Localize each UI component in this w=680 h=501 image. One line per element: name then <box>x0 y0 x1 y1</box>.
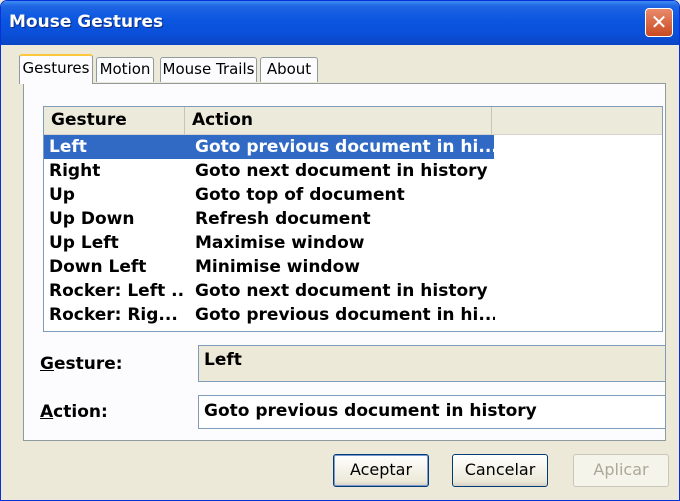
column-header-action[interactable]: Action <box>185 107 492 134</box>
list-item[interactable]: Down Left Minimise window <box>44 255 494 279</box>
action-cell: Goto next document in history <box>195 281 488 301</box>
action-cell: Goto previous document in hi... <box>195 305 495 325</box>
mouse-gestures-dialog: Mouse Gestures ✕ Gestures Motion Mouse T… <box>0 0 680 501</box>
column-header-gesture[interactable]: Gesture <box>44 107 185 134</box>
list-header: Gesture Action <box>44 107 662 135</box>
close-button[interactable]: ✕ <box>645 8 673 37</box>
list-item[interactable]: Left Goto previous document in hi... <box>44 135 495 159</box>
tab-about[interactable]: About <box>260 57 318 82</box>
gesture-list[interactable]: Gesture Action Left Goto previous docume… <box>43 106 663 332</box>
gesture-cell: Up Down <box>49 209 135 229</box>
gesture-cell: Left <box>49 137 87 157</box>
gestures-panel: Gesture Action Left Goto previous docume… <box>23 83 666 441</box>
gesture-cell: Rocker: Rig... <box>49 305 178 325</box>
ok-button[interactable]: Aceptar <box>333 454 429 487</box>
close-icon: ✕ <box>650 10 668 34</box>
action-cell: Goto next document in history <box>195 161 488 181</box>
action-cell: Goto previous document in hi... <box>195 137 495 157</box>
gesture-label-text: esture: <box>53 354 123 374</box>
list-item[interactable]: Up Goto top of document <box>44 183 494 207</box>
list-item[interactable]: Rocker: Rig... Goto previous document in… <box>44 303 495 327</box>
tab-gestures[interactable]: Gestures <box>19 54 93 84</box>
gesture-cell: Rocker: Left ... <box>49 281 184 301</box>
gesture-cell: Up <box>49 185 75 205</box>
gesture-cell: Up Left <box>49 233 119 253</box>
list-item[interactable]: Right Goto next document in history <box>44 159 494 183</box>
gesture-cell: Right <box>49 161 101 181</box>
cancel-button[interactable]: Cancelar <box>452 454 548 487</box>
tab-mouse-trails[interactable]: Mouse Trails <box>160 57 257 82</box>
action-cell: Goto top of document <box>195 185 405 205</box>
action-cell: Maximise window <box>195 233 365 253</box>
gesture-label-accelerator: G <box>40 354 54 374</box>
gesture-label: Gesture: <box>40 354 123 374</box>
action-cell: Minimise window <box>195 257 360 277</box>
apply-button[interactable]: Aplicar <box>573 454 669 487</box>
gesture-field: Left <box>198 345 666 382</box>
tab-motion[interactable]: Motion <box>96 57 154 82</box>
action-field[interactable]: Goto previous document in history <box>198 395 666 429</box>
action-label-text: ction: <box>53 402 108 422</box>
list-item[interactable]: Rocker: Left ... Goto next document in h… <box>44 279 494 303</box>
action-label: Action: <box>40 402 108 422</box>
title-bar[interactable]: Mouse Gestures ✕ <box>1 1 679 45</box>
gesture-cell: Down Left <box>49 257 147 277</box>
list-item[interactable]: Up Down Refresh document <box>44 207 494 231</box>
list-item[interactable]: Up Left Maximise window <box>44 231 494 255</box>
action-label-accelerator: A <box>40 402 54 422</box>
action-cell: Refresh document <box>195 209 371 229</box>
window-title: Mouse Gestures <box>9 12 164 32</box>
